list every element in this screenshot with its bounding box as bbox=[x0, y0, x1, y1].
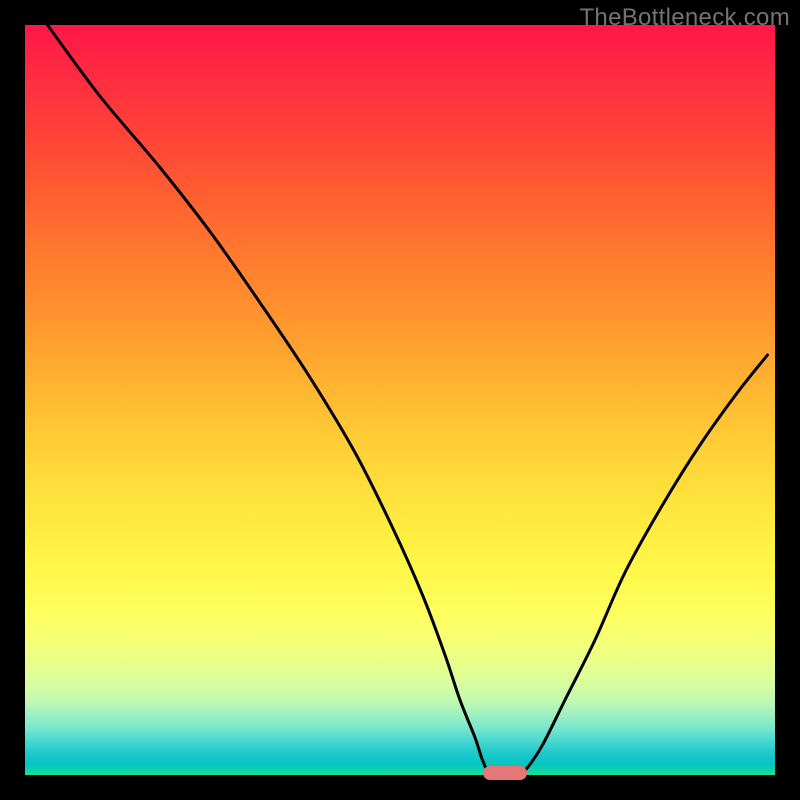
watermark-text: TheBottleneck.com bbox=[579, 4, 790, 32]
bottleneck-curve bbox=[25, 25, 775, 775]
optimal-region-marker bbox=[483, 766, 527, 780]
plot-area bbox=[25, 25, 775, 775]
chart-frame: TheBottleneck.com bbox=[0, 0, 800, 800]
